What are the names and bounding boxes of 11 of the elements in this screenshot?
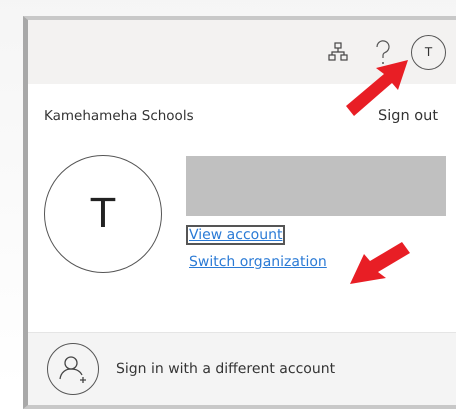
- org-chart-icon[interactable]: [327, 41, 349, 63]
- help-icon[interactable]: [375, 40, 391, 66]
- account-avatar-button[interactable]: T: [411, 34, 446, 70]
- sign-in-different-account-link[interactable]: Sign in with a different account: [116, 361, 336, 377]
- profile-avatar: T: [44, 155, 162, 273]
- add-person-icon[interactable]: [46, 342, 100, 396]
- sign-out-link[interactable]: Sign out: [378, 108, 438, 124]
- account-link[interactable]: Switch organization: [186, 252, 330, 272]
- pointer-arrow: [350, 242, 412, 286]
- organization-name: Kamehameha Schools: [44, 108, 194, 124]
- account-link[interactable]: View account: [186, 225, 286, 245]
